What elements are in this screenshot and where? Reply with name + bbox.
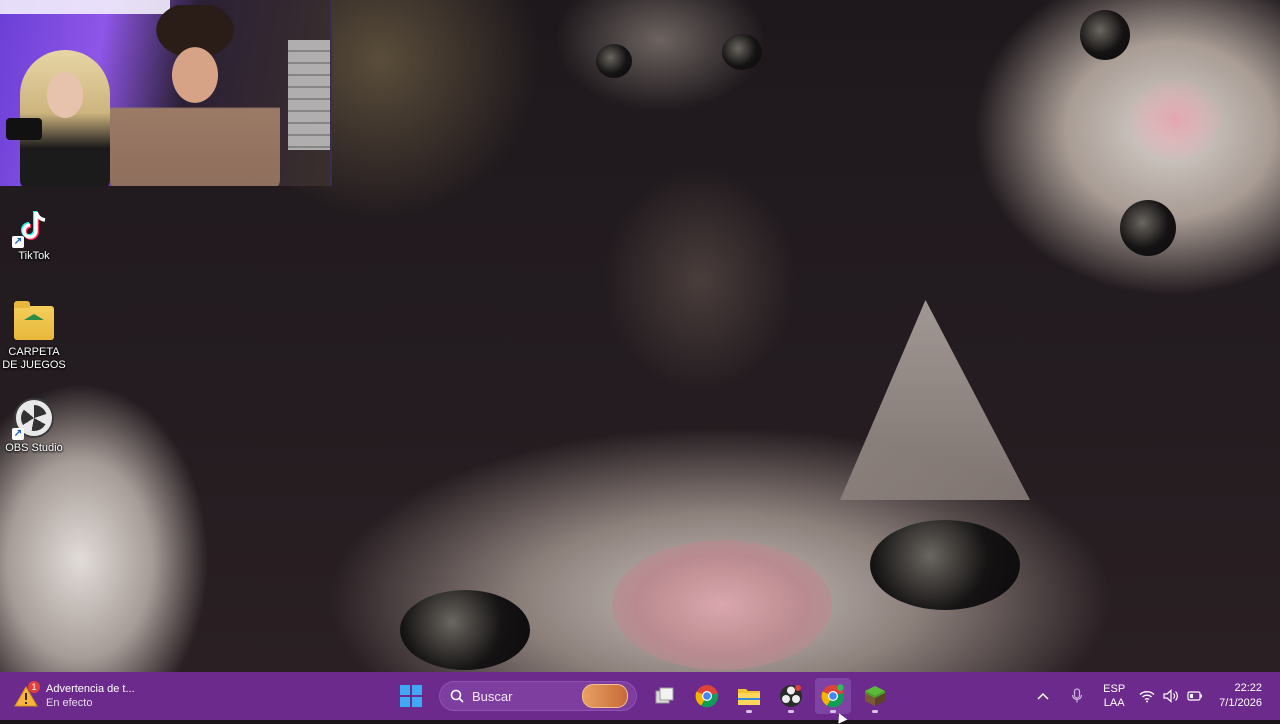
microphone-icon	[1072, 688, 1083, 703]
obs-icon	[780, 685, 802, 707]
tiktok-icon: ↗	[12, 206, 54, 248]
grass-block-icon	[865, 686, 885, 706]
cat-ear	[840, 300, 1030, 500]
cat-eye	[870, 520, 1020, 610]
system-tray: ESP LAA 22:22 7/1/2026	[1031, 676, 1262, 716]
chevron-up-icon	[1037, 692, 1049, 700]
search-placeholder: Buscar	[472, 688, 513, 704]
notification-title: Advertencia de t...	[46, 683, 135, 695]
battery-icon	[1187, 691, 1203, 701]
minecraft-button[interactable]	[857, 678, 893, 714]
taskbar: 1 Advertencia de t... En efecto Buscar E…	[0, 672, 1280, 720]
language-indicator[interactable]: ESP LAA	[1103, 682, 1125, 710]
chrome-icon	[695, 685, 719, 708]
clock-time: 22:22	[1234, 682, 1262, 694]
taskbar-apps: Buscar	[393, 676, 893, 716]
cat-nose	[1130, 80, 1220, 160]
keyboard-layout: LAA	[1103, 697, 1125, 709]
microphone-button[interactable]	[1065, 678, 1089, 714]
chrome-profile-button[interactable]	[815, 678, 851, 714]
warning-icon: 1	[14, 681, 40, 707]
clock[interactable]: 22:22 7/1/2026	[1219, 681, 1262, 711]
cat-eye	[596, 44, 632, 78]
quick-settings-button[interactable]	[1139, 689, 1203, 703]
search-highlight-icon	[582, 684, 628, 708]
task-view-button[interactable]	[647, 678, 683, 714]
show-hidden-icons-button[interactable]	[1031, 678, 1055, 714]
language-code: ESP	[1103, 683, 1126, 695]
desktop-icon-label: OBS Studio	[5, 442, 63, 454]
notification-badge: 1	[28, 681, 40, 693]
desktop-icon-tiktok[interactable]: ↗ TikTok	[0, 206, 68, 263]
streamer-person	[110, 5, 280, 186]
wifi-icon	[1139, 690, 1155, 702]
notification-subtitle: En efecto	[46, 697, 93, 709]
shortcut-arrow-icon: ↗	[12, 236, 24, 248]
start-button[interactable]	[393, 678, 429, 714]
desktop-icon-label: CARPETA DE JUEGOS	[2, 346, 66, 371]
brick-wall	[288, 40, 330, 150]
webcam-overlay	[0, 0, 332, 186]
cat-eye	[722, 34, 762, 70]
weather-warning-widget[interactable]: 1 Advertencia de t... En efecto	[14, 677, 135, 715]
folder-icon	[14, 301, 54, 342]
phone	[6, 118, 42, 140]
chrome-button[interactable]	[689, 678, 725, 714]
obs-icon: ↗	[12, 398, 54, 440]
cat-eye	[400, 590, 530, 670]
cat-eye	[1120, 200, 1176, 256]
chrome-icon	[821, 684, 845, 708]
desktop-icon-carpeta-de-juegos[interactable]: CARPETA DE JUEGOS	[0, 301, 68, 372]
file-explorer-button[interactable]	[731, 678, 767, 714]
desktop-icon-obs-studio[interactable]: ↗ OBS Studio	[0, 398, 68, 455]
cat-eye	[1080, 10, 1130, 60]
cat-nose	[612, 540, 832, 670]
clock-date: 7/1/2026	[1219, 697, 1262, 709]
search-icon	[450, 689, 464, 703]
windows-icon	[400, 685, 422, 707]
desktop-icon-label: TikTok	[18, 250, 50, 262]
task-view-icon	[655, 687, 674, 704]
volume-icon	[1163, 689, 1179, 703]
shortcut-arrow-icon: ↗	[12, 428, 24, 440]
taskbar-search[interactable]: Buscar	[439, 681, 637, 711]
obs-button[interactable]	[773, 678, 809, 714]
folder-icon	[738, 689, 760, 705]
